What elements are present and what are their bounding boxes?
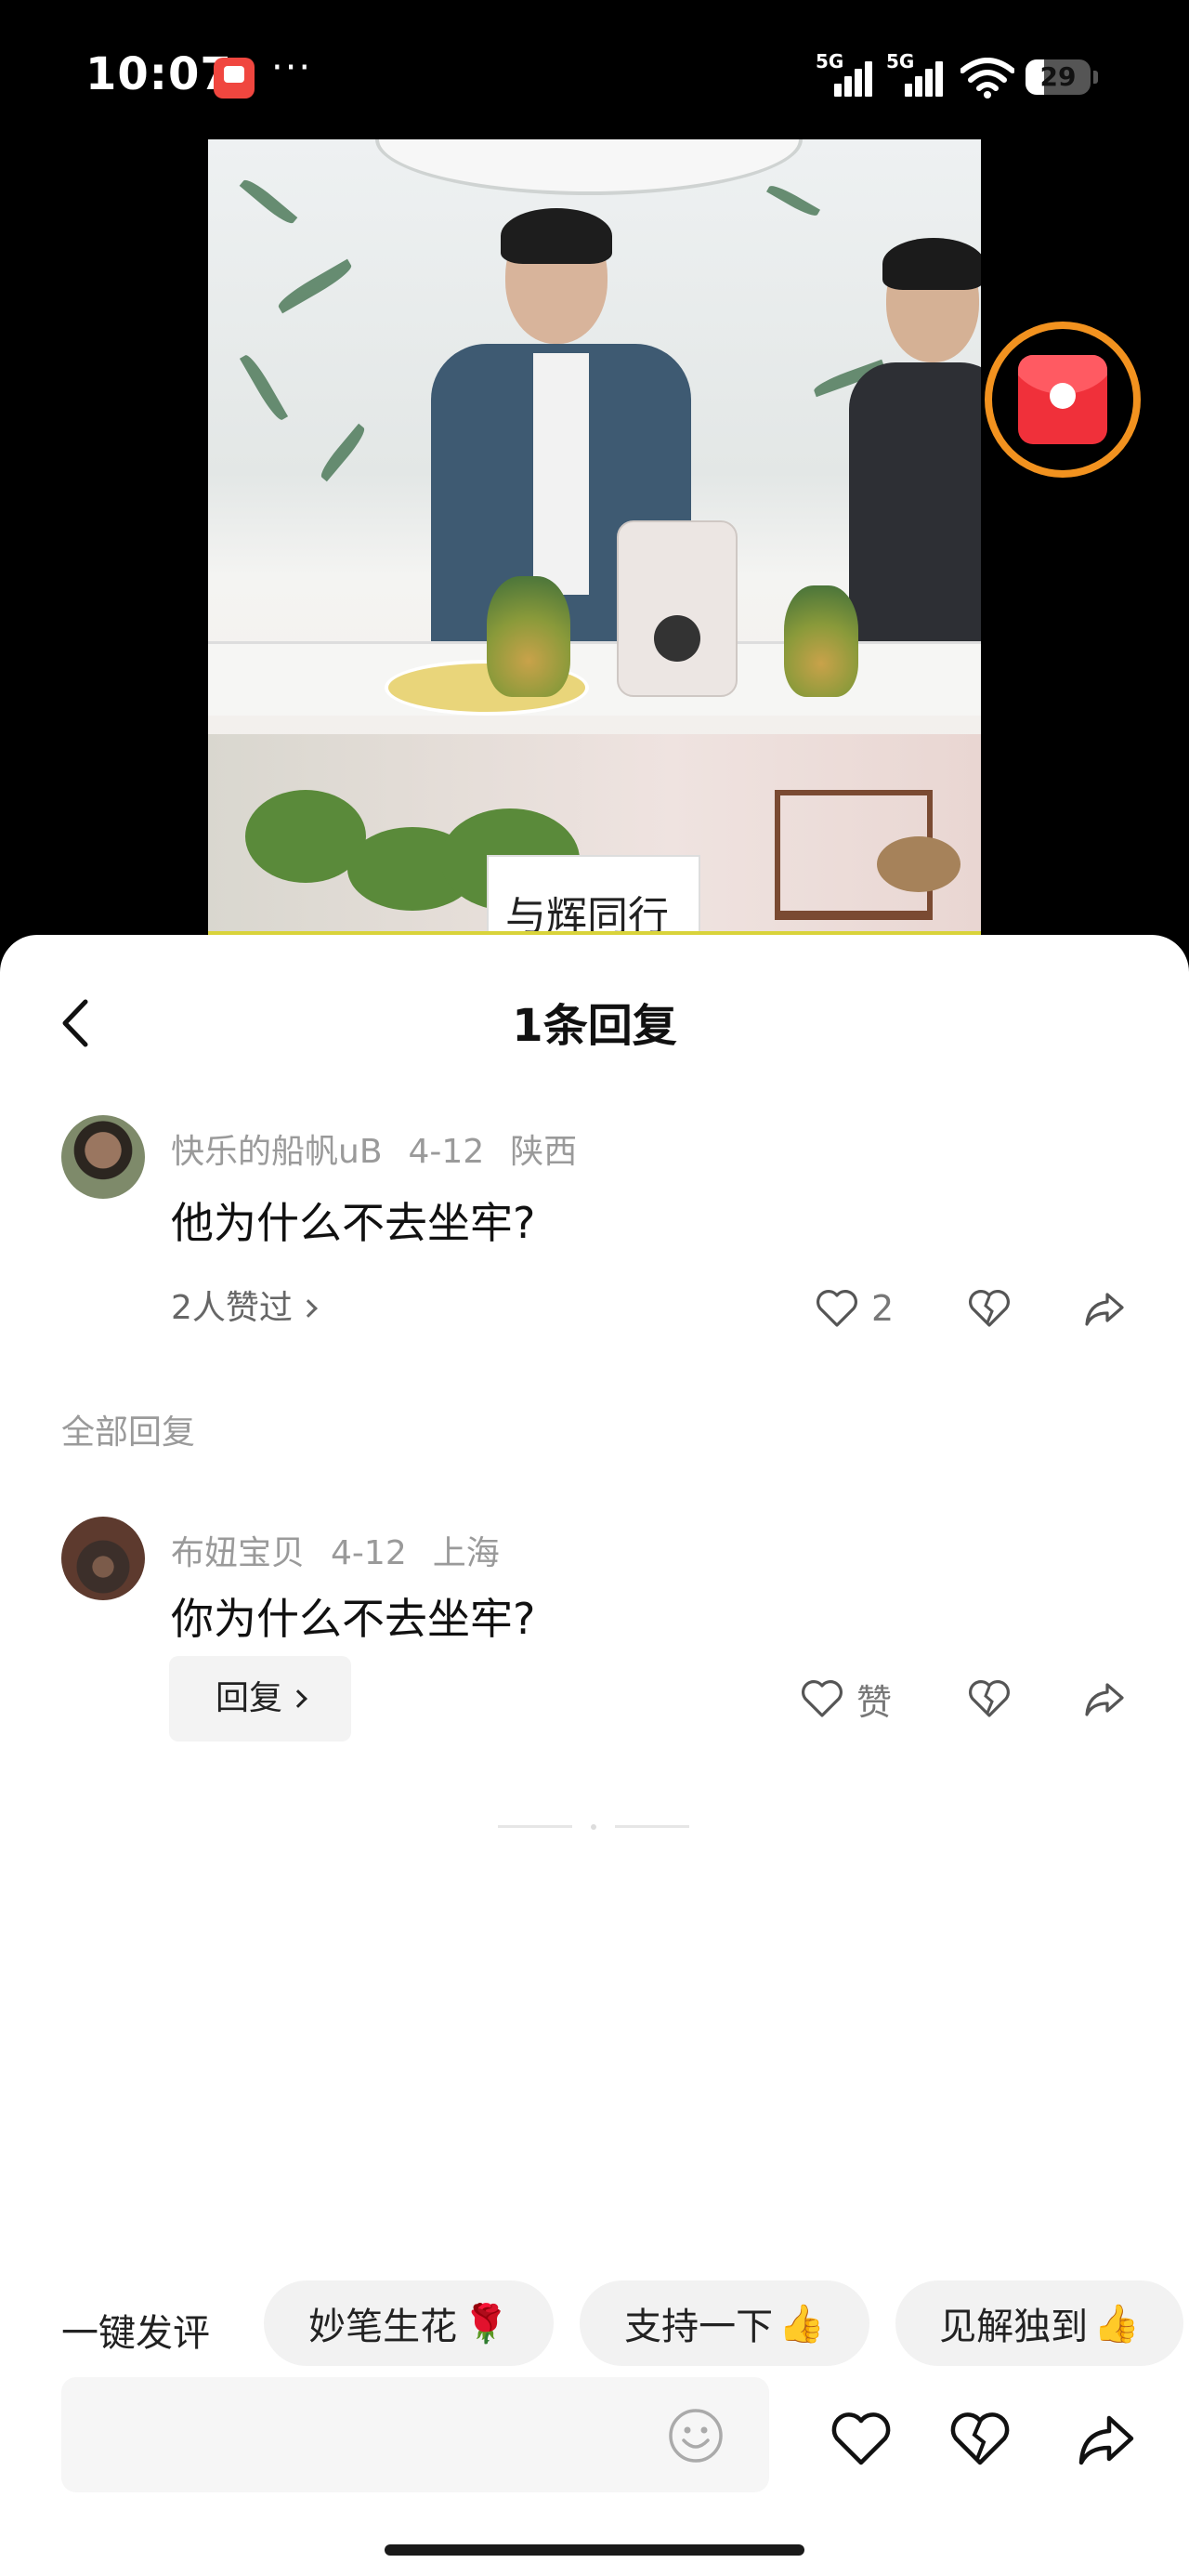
thumbs-up-icon: 👍	[1093, 2302, 1140, 2346]
like-button[interactable]: 赞	[799, 1671, 892, 1727]
bronze-bowl	[877, 836, 960, 892]
sheet-title: 1条回复	[512, 1000, 677, 1052]
broken-heart-icon[interactable]	[947, 2407, 1013, 2472]
emoji-icon[interactable]	[667, 2407, 725, 2464]
share-button[interactable]	[1081, 1671, 1128, 1727]
share-icon[interactable]	[1074, 2407, 1139, 2472]
comment-date: 4-12	[331, 1534, 407, 1572]
broken-heart-icon	[969, 1680, 1010, 1717]
network-type-label: 5G	[816, 50, 844, 72]
chip-text: 见解独到	[939, 2306, 1089, 2348]
chevron-right-icon	[299, 1299, 318, 1318]
thumbs-up-icon: 👍	[778, 2302, 825, 2346]
username[interactable]: 布妞宝贝	[171, 1534, 305, 1572]
username[interactable]: 快乐的船帆uB	[171, 1133, 383, 1171]
pineapple-2	[784, 585, 858, 697]
comment-text[interactable]: 他为什么不去坐牢?	[171, 1189, 535, 1251]
comment-location: 上海	[432, 1534, 500, 1572]
avatar[interactable]	[61, 1517, 145, 1600]
broken-heart-icon	[969, 1290, 1010, 1327]
red-envelope-icon	[1018, 355, 1107, 444]
wifi-icon	[960, 58, 1014, 99]
reply-button[interactable]: 回复	[169, 1656, 351, 1741]
heart-icon	[802, 1680, 843, 1717]
comment-meta: 布妞宝贝 4-12 上海	[171, 1526, 526, 1574]
comment-text[interactable]: 你为什么不去坐牢?	[171, 1585, 535, 1647]
end-dot	[591, 1824, 596, 1830]
home-indicator[interactable]	[385, 2544, 804, 2556]
host-person-right	[849, 238, 981, 641]
app-notification-icon	[214, 58, 255, 99]
avatar[interactable]	[61, 1115, 145, 1199]
share-button[interactable]	[1081, 1281, 1128, 1336]
network-type-label-2: 5G	[886, 50, 915, 72]
like-count: 2	[871, 1288, 895, 1329]
quick-reply-chip[interactable]: 妙笔生花 🌹	[264, 2280, 554, 2366]
reply-button-label: 回复	[215, 1679, 282, 1717]
like-label: 赞	[856, 1681, 893, 1723]
heart-icon[interactable]	[829, 2407, 894, 2472]
pineapple	[487, 576, 570, 697]
likers-text: 2人赞过	[171, 1289, 293, 1327]
quick-reply-chip[interactable]: 见解独到 👍	[895, 2280, 1183, 2366]
chip-text: 支持一下	[624, 2306, 774, 2348]
heart-icon	[817, 1290, 857, 1327]
quick-comment-label: 一键发评	[61, 2312, 210, 2355]
all-replies-label: 全部回复	[61, 1413, 196, 1452]
dislike-button[interactable]	[966, 1281, 1013, 1336]
status-bar: 10:07 ··· 5G 5G 29	[0, 0, 1189, 139]
quick-reply-chip[interactable]: 支持一下 👍	[580, 2280, 869, 2366]
share-icon	[1085, 1683, 1124, 1716]
comment-location: 陕西	[510, 1133, 578, 1171]
comment-date: 4-12	[408, 1133, 485, 1171]
battery-level: 29	[1039, 61, 1077, 92]
comment-meta: 快乐的船帆uB 4-12 陕西	[171, 1124, 603, 1173]
share-icon	[1085, 1293, 1124, 1326]
table	[208, 641, 981, 716]
show-sign-text: 与辉同行	[505, 893, 669, 935]
soymilk-maker	[617, 520, 738, 697]
battery-icon: 29	[1026, 59, 1098, 95]
replies-sheet: 1条回复 快乐的船帆uB 4-12 陕西 他为什么不去坐牢? 2人赞过 2 全部回复…	[0, 935, 1189, 2576]
signal-icon-2: 5G	[886, 50, 944, 97]
dislike-button[interactable]	[966, 1671, 1013, 1727]
video-player[interactable]: 与辉同行	[208, 139, 981, 935]
chip-text: 妙笔生花	[308, 2306, 458, 2348]
red-envelope-button[interactable]	[985, 322, 1141, 478]
end-divider-left	[498, 1825, 572, 1828]
chevron-right-icon	[289, 1689, 307, 1708]
comment-input-box[interactable]	[61, 2377, 769, 2492]
status-time: 10:07	[85, 48, 232, 100]
like-button[interactable]: 2	[814, 1281, 894, 1336]
show-sign: 与辉同行	[487, 855, 700, 935]
rose-icon: 🌹	[463, 2302, 509, 2346]
signal-icon: 5G	[816, 50, 873, 97]
end-divider-right	[615, 1825, 689, 1828]
likers-link[interactable]: 2人赞过	[171, 1281, 318, 1329]
ceiling-arch	[375, 139, 803, 195]
more-notifications-indicator: ···	[271, 46, 313, 89]
comment-input[interactable]	[84, 2405, 641, 2464]
sheet-header: 1条回复	[0, 935, 1189, 1102]
